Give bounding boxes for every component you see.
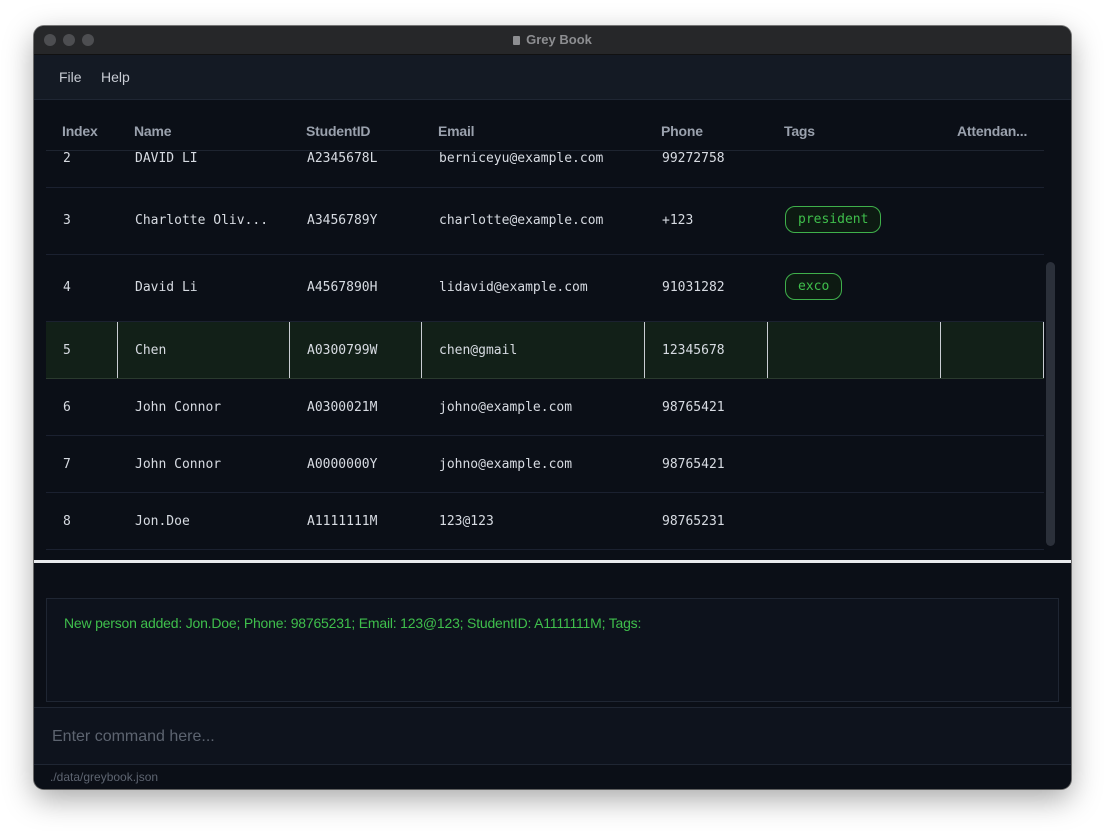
cell-name: Chen	[135, 343, 167, 358]
cell-name: John Connor	[135, 457, 222, 472]
split-pane-divider[interactable]	[34, 560, 1071, 566]
header-email[interactable]: Email	[438, 123, 475, 139]
cell-name: Jon.Doe	[135, 514, 190, 529]
menu-help[interactable]: Help	[101, 69, 130, 85]
table-body: 2 DAVID LI A2345678L berniceyu@example.c…	[46, 150, 1044, 550]
window-title: Grey Book	[34, 32, 1071, 47]
cell-name: Charlotte Oliv...	[135, 213, 269, 228]
table-row[interactable]: 2 DAVID LI A2345678L berniceyu@example.c…	[46, 150, 1044, 188]
header-phone[interactable]: Phone	[661, 123, 703, 139]
result-message: New person added: Jon.Doe; Phone: 987652…	[64, 615, 642, 631]
table-row-selected[interactable]: 5 Chen A0300799W chen@gmail 12345678	[46, 322, 1044, 379]
cell-email: charlotte@example.com	[439, 213, 604, 228]
cell-phone: +123	[662, 213, 694, 228]
cell-student-id: A0300799W	[307, 343, 378, 358]
table-row[interactable]: 4 David Li A4567890H lidavid@example.com…	[46, 255, 1044, 322]
cell-index: 8	[63, 514, 71, 529]
title-bar: Grey Book	[34, 26, 1071, 55]
column-divider	[421, 322, 422, 378]
table-row[interactable]: 8 Jon.Doe A1111111M 123@123 98765231	[46, 493, 1044, 550]
menu-bar: File Help	[34, 55, 1071, 100]
header-attendance[interactable]: Attendan...	[957, 123, 1027, 139]
cell-phone: 98765421	[662, 400, 725, 415]
cell-index: 6	[63, 400, 71, 415]
cell-email: berniceyu@example.com	[439, 151, 604, 166]
list-scrollbar[interactable]	[1046, 262, 1055, 546]
column-divider	[644, 322, 645, 378]
cell-student-id: A3456789Y	[307, 213, 378, 228]
command-box	[34, 707, 1071, 765]
cell-email: johno@example.com	[439, 457, 573, 472]
cell-phone: 12345678	[662, 343, 725, 358]
header-student-id[interactable]: StudentID	[306, 123, 371, 139]
header-index[interactable]: Index	[62, 123, 98, 139]
column-divider	[289, 322, 290, 378]
cell-email: chen@gmail	[439, 343, 518, 358]
column-divider	[1043, 322, 1044, 378]
table-header: Index Name StudentID Email Phone Tags At…	[46, 100, 1044, 151]
cell-index: 5	[63, 343, 71, 358]
column-divider	[117, 322, 118, 378]
table-row[interactable]: 3 Charlotte Oliv... A3456789Y charlotte@…	[46, 188, 1044, 255]
window-title-text: Grey Book	[526, 32, 592, 47]
cell-name: David Li	[135, 280, 198, 295]
cell-phone: 91031282	[662, 280, 725, 295]
status-bar: ./data/greybook.json	[34, 765, 1071, 789]
person-list-panel: Index Name StudentID Email Phone Tags At…	[34, 100, 1071, 560]
cell-student-id: A1111111M	[307, 514, 378, 529]
column-divider	[767, 322, 768, 378]
cell-email: johno@example.com	[439, 400, 573, 415]
cell-index: 4	[63, 280, 71, 295]
cell-student-id: A2345678L	[307, 151, 378, 166]
command-input[interactable]	[50, 716, 1044, 758]
result-display: New person added: Jon.Doe; Phone: 987652…	[46, 598, 1059, 702]
cell-phone: 99272758	[662, 151, 725, 166]
header-name[interactable]: Name	[134, 123, 172, 139]
cell-email: lidavid@example.com	[439, 280, 588, 295]
tag-chip: exco	[785, 273, 843, 300]
cell-index: 3	[63, 213, 71, 228]
cell-index: 2	[63, 151, 71, 166]
header-tags[interactable]: Tags	[784, 123, 815, 139]
column-divider	[940, 322, 941, 378]
table-row[interactable]: 7 John Connor A0000000Y johno@example.co…	[46, 436, 1044, 493]
cell-name: DAVID LI	[135, 151, 198, 166]
menu-file[interactable]: File	[59, 69, 82, 85]
cell-student-id: A0000000Y	[307, 457, 378, 472]
cell-student-id: A0300021M	[307, 400, 378, 415]
cell-name: John Connor	[135, 400, 222, 415]
document-icon	[513, 36, 521, 45]
cell-email: 123@123	[439, 514, 494, 529]
tag-chip: president	[785, 206, 882, 233]
cell-phone: 98765231	[662, 514, 725, 529]
cell-phone: 98765421	[662, 457, 725, 472]
cell-student-id: A4567890H	[307, 280, 378, 295]
table-row[interactable]: 6 John Connor A0300021M johno@example.co…	[46, 379, 1044, 436]
app-window: Grey Book File Help Index Name StudentID…	[34, 26, 1071, 789]
cell-index: 7	[63, 457, 71, 472]
save-location: ./data/greybook.json	[50, 770, 159, 784]
